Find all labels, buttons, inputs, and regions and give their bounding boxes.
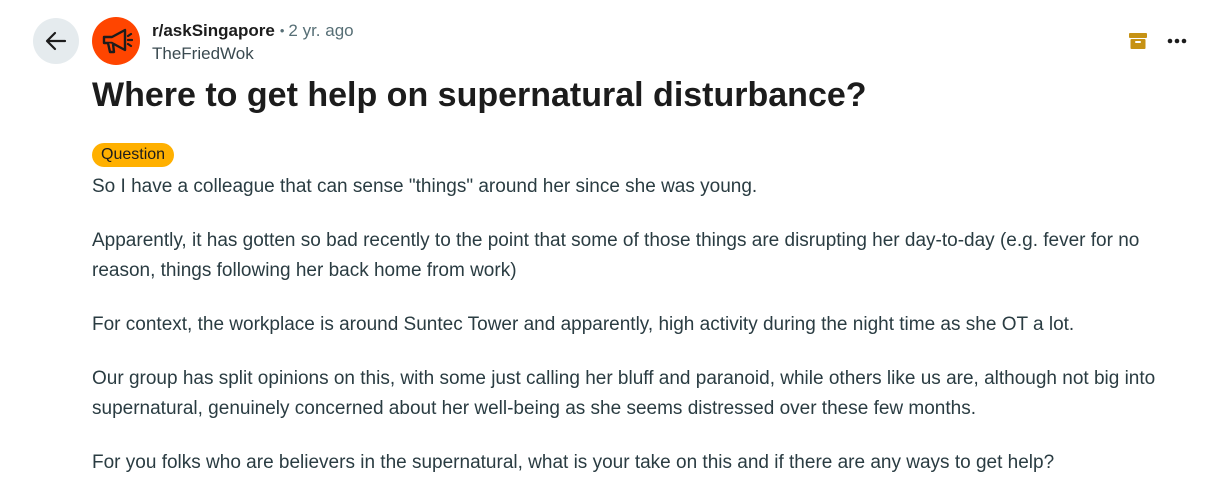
post-meta: r/askSingapore • 2 yr. ago: [152, 20, 354, 42]
subreddit-avatar[interactable]: [92, 17, 140, 65]
more-options-button[interactable]: [1160, 25, 1194, 57]
subreddit-link[interactable]: r/askSingapore: [152, 21, 275, 40]
post-paragraph: Apparently, it has gotten so bad recentl…: [92, 230, 1140, 281]
archive-box-icon: [1129, 33, 1147, 49]
post-title: Where to get help on supernatural distur…: [92, 76, 867, 114]
meta-separator: •: [279, 23, 285, 38]
post-flair[interactable]: Question: [92, 143, 175, 167]
post-paragraph: For context, the workplace is around Sun…: [92, 314, 1075, 335]
megaphone-icon: [102, 28, 133, 54]
post-paragraph: So I have a colleague that can sense "th…: [92, 176, 758, 197]
back-button[interactable]: [33, 18, 79, 64]
author-link[interactable]: TheFriedWok: [152, 43, 254, 65]
post-age: 2 yr. ago: [288, 21, 354, 40]
post-body: So I have a colleague that can sense "th…: [92, 172, 1192, 502]
post-paragraph: For you folks who are believers in the s…: [92, 452, 1055, 473]
post-paragraph: Our group has split opinions on this, wi…: [92, 368, 1156, 419]
ellipsis-icon: [1167, 38, 1187, 44]
arrow-left-icon: [45, 31, 67, 51]
